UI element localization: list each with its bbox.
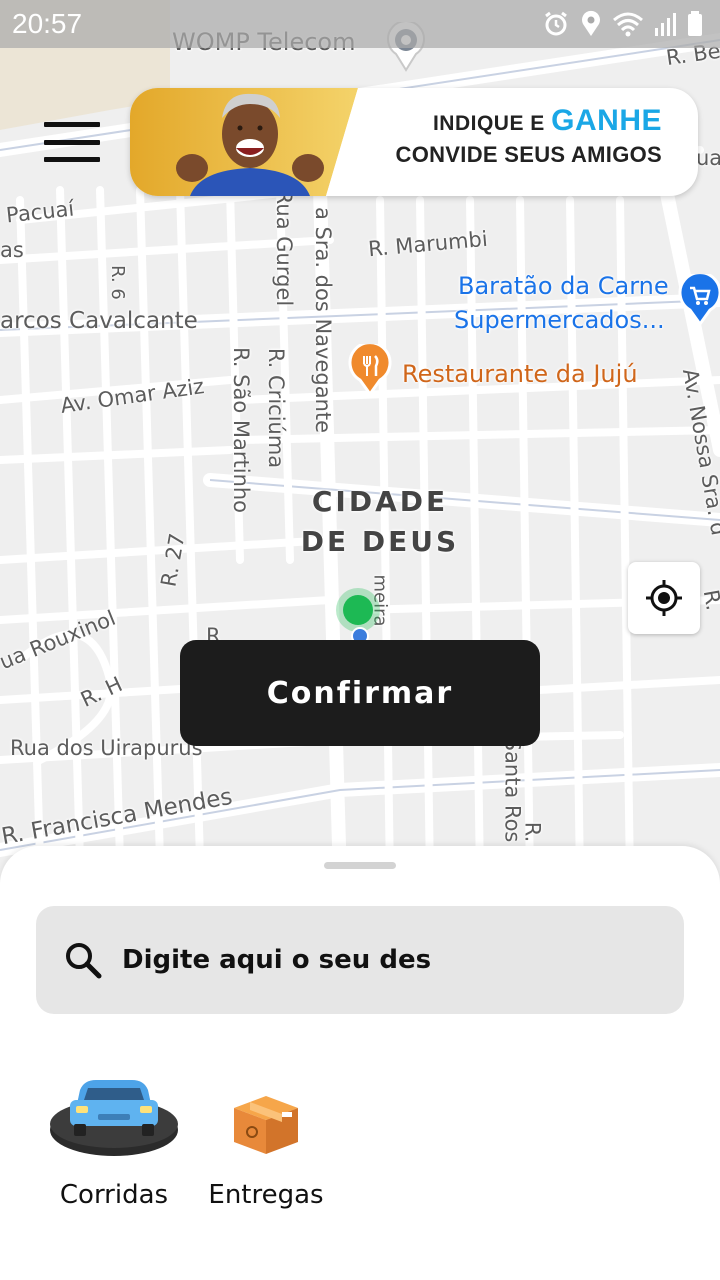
promo-subline: CONVIDE SEUS AMIGOS xyxy=(395,142,662,167)
map-label-restaurante: Restaurante da Jujú xyxy=(402,360,638,388)
promo-banner[interactable]: INDIQUE E GANHE CONVIDE SEUS AMIGOS xyxy=(130,88,698,196)
service-rides-label: Corridas xyxy=(59,1180,169,1210)
sheet-drag-handle[interactable] xyxy=(324,862,396,869)
search-text: Digite aqui o seu des xyxy=(122,945,432,975)
hamburger-icon-bar xyxy=(44,157,100,162)
confirm-button[interactable]: Confirmar xyxy=(180,640,540,746)
promo-photo xyxy=(130,88,360,196)
alarm-icon xyxy=(545,11,567,36)
location-icon xyxy=(582,10,600,36)
hamburger-icon-bar xyxy=(44,139,100,145)
map-label-r-right: R. xyxy=(698,587,720,613)
map-label-baratao: Baratão da Carne xyxy=(458,272,669,300)
status-time: 20:57 xyxy=(12,8,83,39)
package-icon xyxy=(230,1058,302,1158)
pickup-pin-icon[interactable] xyxy=(334,588,382,644)
menu-button[interactable] xyxy=(40,116,104,168)
map-label-r6: R. 6 xyxy=(106,265,128,300)
promo-headline: INDIQUE E GANHE xyxy=(360,104,662,138)
locate-me-button[interactable] xyxy=(628,562,700,634)
crosshair-icon xyxy=(646,580,682,616)
map-label-marcos: arcos Cavalcante xyxy=(0,308,198,334)
wifi-icon xyxy=(613,12,643,37)
district-line-1: CIDADE xyxy=(311,485,449,518)
map-label-uirapurus: Rua dos Uirapurus xyxy=(10,736,203,760)
battery-icon xyxy=(688,11,702,36)
service-deliveries-label: Entregas xyxy=(208,1180,324,1210)
map-label-r-criciuma: R. Criciúma xyxy=(264,347,289,469)
restaurant-icon xyxy=(348,344,392,396)
shopping-cart-icon xyxy=(678,274,720,326)
status-icons xyxy=(542,10,704,38)
district-line-2: DE DEUS xyxy=(300,525,460,558)
promo-headline-accent: GANHE xyxy=(551,104,662,137)
promo-headline-prefix: INDIQUE E xyxy=(432,112,552,135)
promo-text: INDIQUE E GANHE CONVIDE SEUS AMIGOS xyxy=(360,88,690,196)
map-label-supermercados: Supermercados... xyxy=(454,306,665,334)
signal-icon xyxy=(655,13,676,36)
map-label-r-bottom: R. xyxy=(520,821,545,843)
status-bar: 20:57 xyxy=(0,0,720,48)
hamburger-icon xyxy=(44,122,100,127)
search-icon xyxy=(66,943,102,979)
bottom-sheet: Digite aqui o seu des Corridas Entregas xyxy=(0,846,720,1280)
map-label-r-sao-martinho: R. São Martinho xyxy=(229,346,254,514)
map-label-ua: ua xyxy=(696,146,720,170)
map-label-rua-gurgel: Rua Gurgel xyxy=(272,189,297,307)
car-icon xyxy=(48,1058,180,1158)
service-rides-button[interactable]: Corridas xyxy=(44,1058,184,1210)
map-label-as: as xyxy=(0,238,24,262)
map-label-district: CIDADE DE DEUS xyxy=(300,482,460,562)
map-label-sra-navegante: a Sra. dos Navegante xyxy=(311,206,336,434)
destination-search-input[interactable]: Digite aqui o seu des xyxy=(36,906,684,1014)
service-deliveries-button[interactable]: Entregas xyxy=(196,1058,336,1210)
